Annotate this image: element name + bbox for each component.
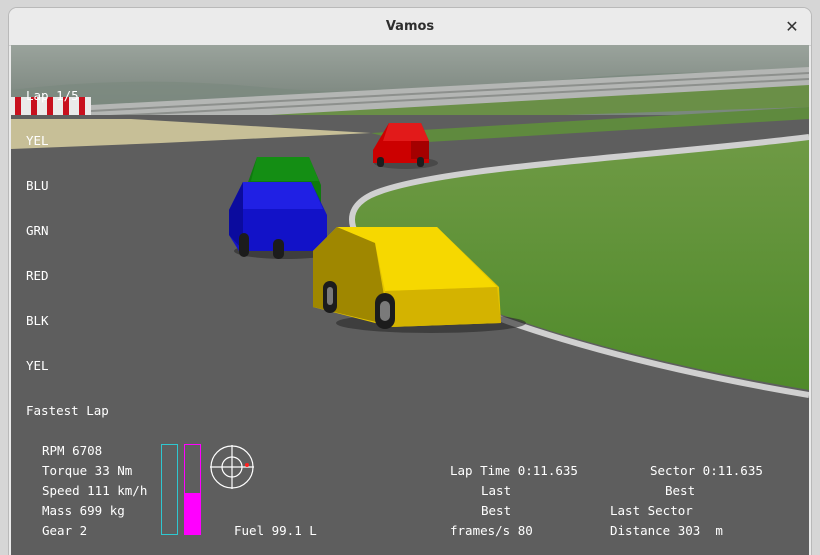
torque-readout: Torque 33 Nm (42, 463, 133, 478)
fps-readout: frames/s 80 (450, 523, 533, 538)
lap-time: Lap Time 0:11.635 (450, 463, 578, 478)
game-viewport[interactable]: Lap 1/5 YEL BLU GRN RED BLK YEL Fastest … (11, 45, 809, 555)
lap-counter: Lap 1/5 (26, 88, 79, 103)
distance-readout: Distance 303 m (610, 523, 723, 538)
last-lap-label: Last (481, 483, 512, 498)
close-icon[interactable]: ✕ (781, 16, 803, 38)
mass-readout: Mass 699 kg (42, 503, 125, 518)
brake-fill (185, 493, 200, 534)
window-title: Vamos (385, 19, 435, 34)
steering-crosshair-icon (210, 445, 254, 489)
last-sector-label: Last Sector (610, 503, 693, 518)
best-lap-label: Best (481, 503, 512, 518)
fuel-readout: Fuel 99.1 L (234, 523, 317, 538)
app-window: Vamos ✕ Lap 1/5 YEL BLU GRN RED BLK YEL … (9, 8, 811, 555)
race-scene (11, 45, 809, 555)
race-standings: Lap 1/5 YEL BLU GRN RED BLK YEL Fastest … (26, 58, 109, 448)
brake-gauge (184, 444, 201, 535)
standing-5: BLK (26, 313, 49, 328)
rpm-readout: RPM 6708 (42, 443, 103, 458)
standing-3: GRN (26, 223, 49, 238)
throttle-gauge (161, 444, 178, 535)
standing-4: RED (26, 268, 49, 283)
gear-readout: Gear 2 (42, 523, 88, 538)
sector-best-label: Best (665, 483, 696, 498)
speed-readout: Speed 111 km/h (42, 483, 148, 498)
standing-2: BLU (26, 178, 49, 193)
fastest-lap-label: Fastest Lap (26, 403, 109, 418)
sector-time: Sector 0:11.635 (650, 463, 763, 478)
standing-6: YEL (26, 358, 49, 373)
title-bar: Vamos ✕ (9, 8, 811, 46)
standing-1: YEL (26, 133, 49, 148)
